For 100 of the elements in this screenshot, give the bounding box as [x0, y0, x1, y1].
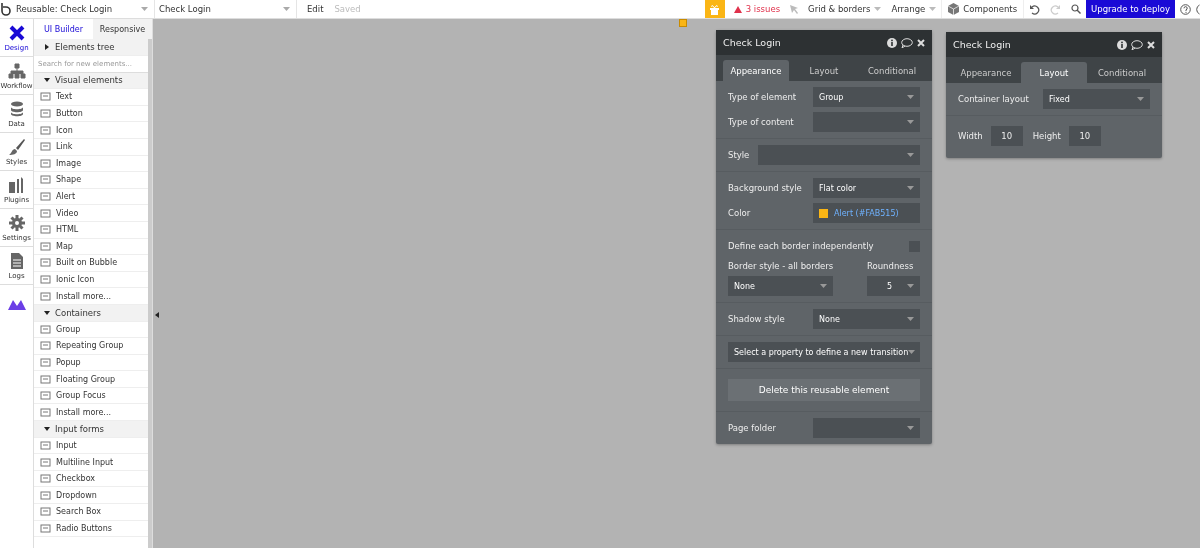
issues-button[interactable]: 3 issues — [728, 0, 786, 18]
element-item[interactable]: Repeating Group — [34, 338, 148, 355]
cursor-icon — [790, 4, 799, 14]
element-item[interactable]: Map — [34, 238, 148, 256]
element-icon — [40, 224, 51, 236]
gift-icon — [709, 3, 721, 15]
collapse-panel-icon[interactable] — [155, 312, 160, 318]
element-icon — [40, 274, 51, 285]
field-label: Define each border independently — [728, 241, 875, 251]
info-icon[interactable] — [887, 37, 897, 48]
element-icon — [40, 522, 51, 534]
element-item[interactable]: Link — [34, 138, 148, 156]
dropdown[interactable]: Flat color — [813, 178, 920, 198]
element-item[interactable]: Popup — [34, 354, 148, 372]
field-label: Roundness — [867, 261, 915, 271]
panel-tab[interactable]: Conditional — [1089, 62, 1155, 83]
edit-menu[interactable]: Edit — [297, 0, 329, 18]
search-icon — [1071, 4, 1082, 14]
panel-tab[interactable]: Layout — [1021, 62, 1087, 83]
delete-button[interactable]: Delete this reusable element — [728, 379, 920, 401]
element-item[interactable]: Group Focus — [34, 387, 148, 405]
panel-tab[interactable]: Appearance — [953, 62, 1019, 83]
expand-icon — [44, 43, 50, 50]
element-icon — [40, 489, 51, 501]
warning-icon — [733, 5, 742, 13]
upgrade-button[interactable]: Upgrade to deploy — [1086, 0, 1175, 18]
caret-icon — [1137, 97, 1144, 101]
element-selector[interactable]: Check Login — [155, 0, 297, 18]
element-item[interactable]: HTML — [34, 221, 148, 239]
number-field[interactable]: 10 — [1068, 126, 1101, 146]
selected-element-marker[interactable] — [679, 19, 687, 27]
element-item[interactable]: Button — [34, 105, 148, 123]
info-icon[interactable] — [1117, 39, 1127, 50]
element-item[interactable]: Text — [34, 89, 148, 106]
collapse-icon — [44, 309, 50, 316]
element-item[interactable]: Shape — [34, 172, 148, 189]
close-icon[interactable] — [1147, 40, 1155, 49]
element-item[interactable]: Radio Buttons — [34, 520, 148, 538]
caret-icon — [820, 284, 827, 288]
element-item[interactable]: Search Box — [34, 504, 148, 521]
panel-tab[interactable]: Appearance — [723, 60, 789, 81]
element-item[interactable]: Group — [34, 321, 148, 339]
caret-icon — [874, 7, 882, 11]
element-item[interactable]: Video — [34, 205, 148, 222]
element-icon — [40, 240, 51, 252]
plugin-logo-icon[interactable] — [7, 298, 26, 310]
element-item[interactable]: Floating Group — [34, 371, 148, 388]
field-label: Height — [1032, 131, 1061, 141]
element-item[interactable]: Alert — [34, 188, 148, 206]
comment-icon[interactable] — [1131, 39, 1143, 50]
field-label: Type of element — [728, 92, 798, 102]
field-label: Shadow style — [728, 314, 786, 324]
section-header[interactable]: Input forms — [34, 421, 148, 438]
rail-icon — [7, 175, 26, 194]
caret-icon — [907, 426, 914, 430]
element-icon — [40, 157, 51, 169]
element-item[interactable]: Dropdown — [34, 487, 148, 505]
dropdown[interactable]: Group — [813, 87, 920, 107]
panel-tab[interactable]: Conditional — [859, 60, 925, 81]
field-label: Border style - all borders — [728, 261, 835, 271]
element-item[interactable]: Image — [34, 155, 148, 173]
caret-icon — [929, 7, 937, 11]
toolbar-menu[interactable]: Arrange — [886, 0, 942, 18]
caret-icon — [283, 7, 290, 11]
redo-icon — [1050, 3, 1062, 15]
elements-tree-toggle[interactable]: Elements tree — [34, 39, 148, 56]
element-item[interactable]: Checkbox — [34, 470, 148, 488]
caret-icon — [908, 350, 916, 354]
element-item[interactable]: Multiline Input — [34, 454, 148, 471]
caret-icon — [907, 95, 914, 99]
page-selector[interactable]: Reusable: Check Login — [12, 0, 155, 18]
element-icon — [40, 191, 51, 203]
element-item[interactable]: Built on Bubble — [34, 255, 148, 272]
element-item[interactable]: Ionic Icon — [34, 271, 148, 289]
element-item[interactable]: Input — [34, 437, 148, 455]
dropdown[interactable]: 5 — [867, 276, 920, 296]
panel-tab[interactable]: Responsive — [93, 19, 152, 39]
field-label: Width — [958, 131, 983, 141]
dropdown[interactable]: Select a property to define a new transition — [728, 342, 920, 362]
dropdown[interactable]: None — [813, 309, 920, 329]
element-icon — [40, 174, 51, 186]
toolbar-menu[interactable]: Grid & borders — [803, 0, 887, 18]
collapse-icon — [44, 77, 50, 84]
close-icon[interactable] — [917, 38, 925, 47]
dropdown[interactable]: Fixed — [1043, 89, 1150, 109]
rail-icon — [7, 137, 26, 156]
caret-icon — [141, 7, 148, 11]
number-field[interactable]: 10 — [990, 126, 1023, 146]
collapse-icon — [44, 425, 50, 432]
panel-title: Check Login — [953, 39, 1012, 50]
element-item[interactable]: Icon — [34, 122, 148, 139]
comment-icon[interactable] — [901, 37, 913, 48]
components-button[interactable]: Components — [941, 0, 1025, 18]
panel-tab[interactable]: Layout — [791, 60, 857, 81]
element-item[interactable]: Install more... — [34, 288, 148, 305]
field-label: Color — [728, 208, 752, 218]
element-icon — [40, 257, 51, 269]
dropdown[interactable]: None — [728, 276, 833, 296]
panel-title: Check Login — [723, 37, 782, 48]
color-picker[interactable]: Alert (#FAB515) — [813, 203, 920, 223]
